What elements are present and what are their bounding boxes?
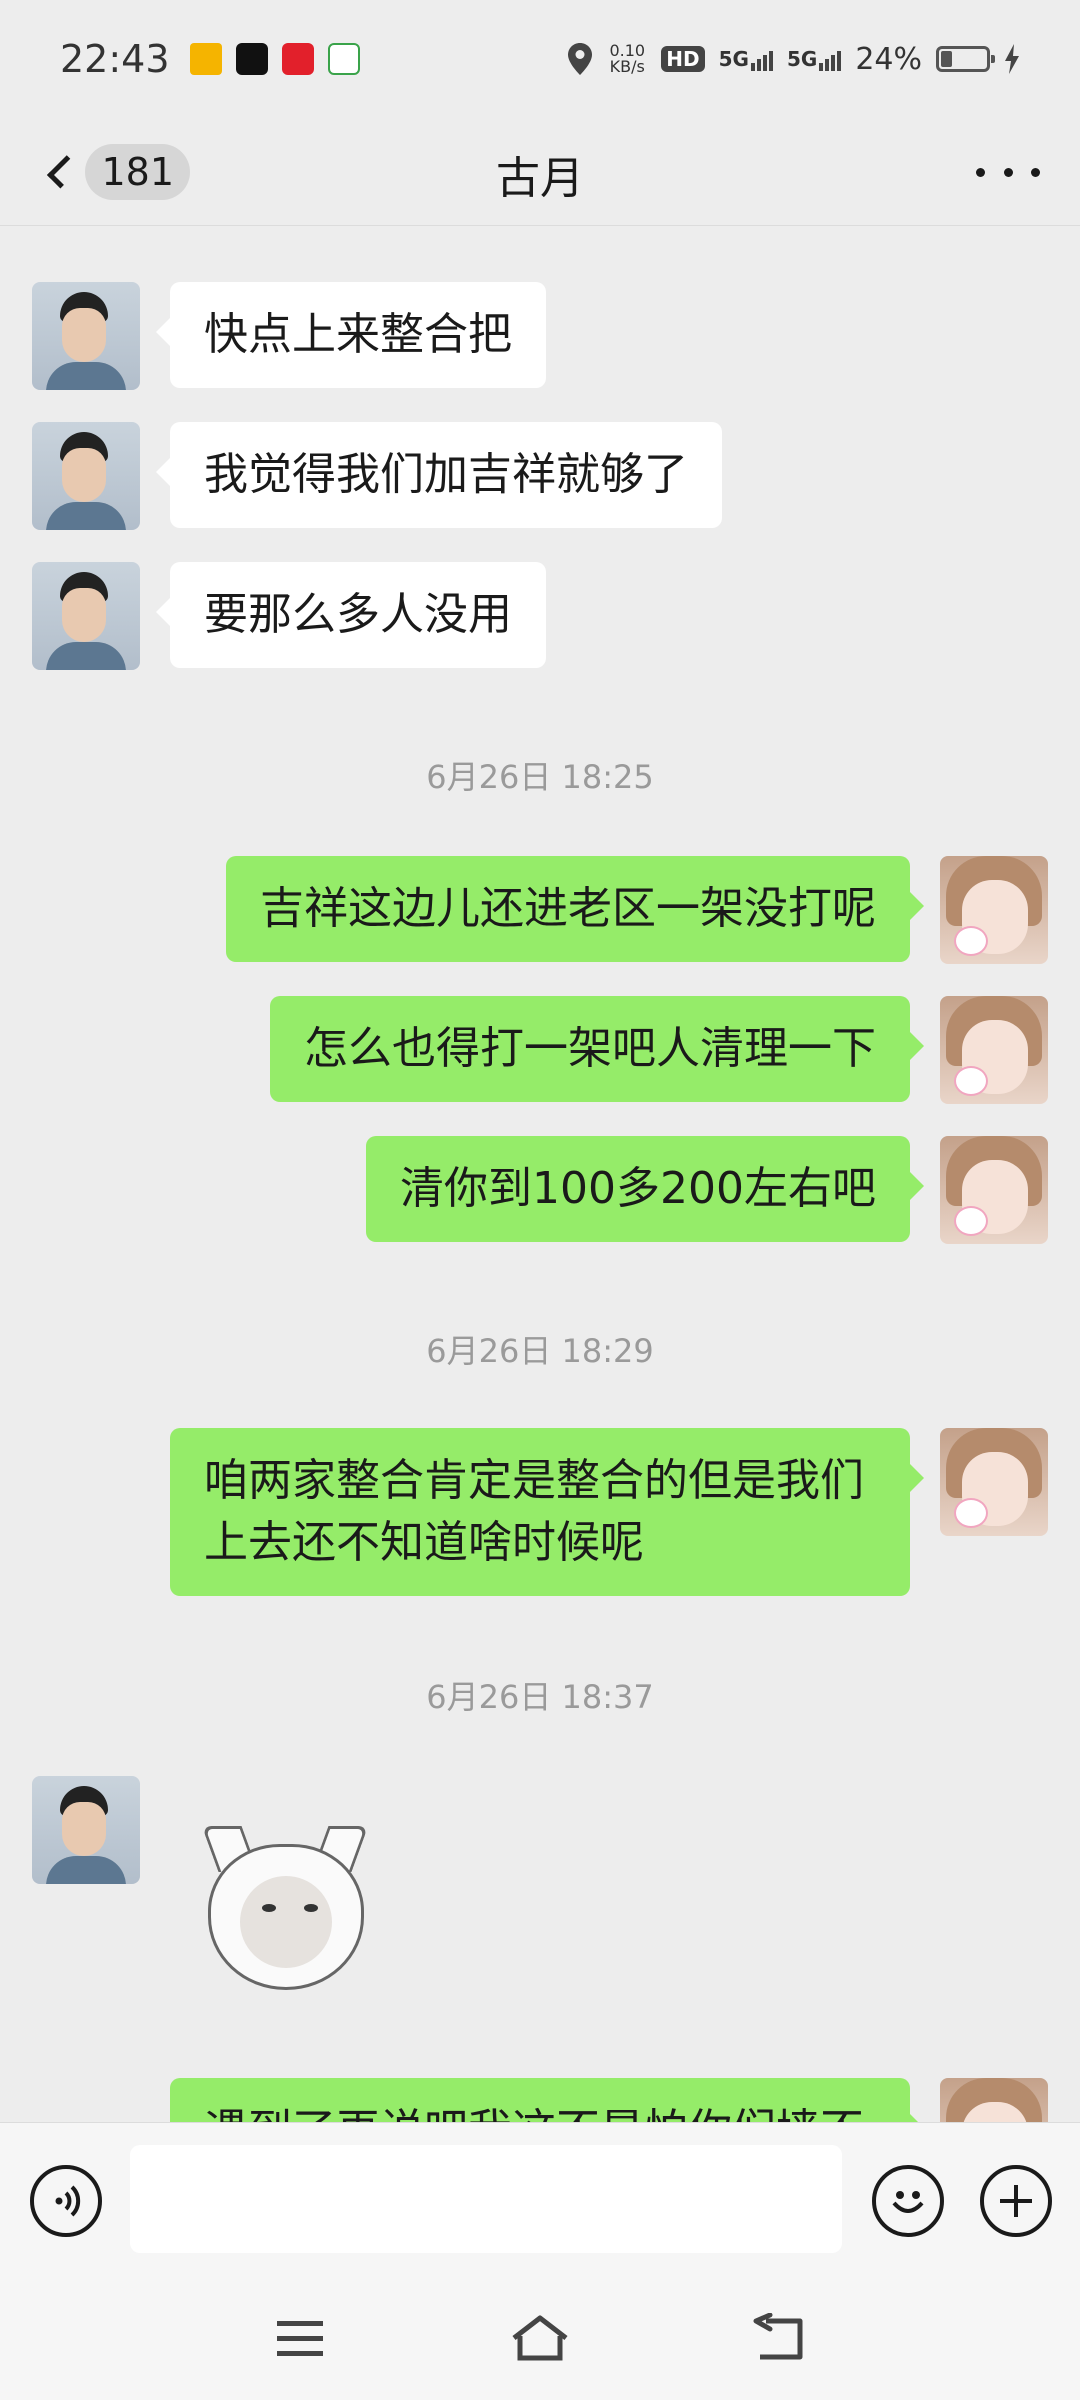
message-timestamp: 6月26日 18:29 bbox=[426, 1332, 654, 1370]
message-bubble[interactable]: 快点上来整合把 bbox=[156, 282, 546, 388]
video-app-icon bbox=[327, 43, 360, 75]
plus-icon bbox=[1000, 2185, 1032, 2217]
netease-music-icon bbox=[281, 43, 314, 75]
sticker-image[interactable] bbox=[200, 1826, 370, 1996]
battery-percent: 24% bbox=[855, 41, 922, 77]
contact-avatar[interactable] bbox=[32, 282, 140, 390]
self-avatar[interactable] bbox=[940, 996, 1048, 1104]
sim2-label: 5G bbox=[786, 47, 818, 71]
message-timestamp: 6月26日 18:25 bbox=[426, 758, 654, 796]
more-dot bbox=[1003, 167, 1013, 177]
message-received[interactable]: 快点上来整合把 bbox=[32, 282, 546, 390]
system-nav-bar bbox=[0, 2278, 1080, 2400]
home-icon bbox=[512, 2315, 568, 2361]
message-bubble[interactable]: 怎么也得打一架吧人清理一下 bbox=[270, 996, 924, 1102]
contact-avatar[interactable] bbox=[32, 422, 140, 530]
tiktok-icon bbox=[235, 43, 268, 75]
back-icon bbox=[753, 2313, 803, 2360]
location-icon bbox=[568, 43, 593, 75]
message-sent[interactable]: 怎么也得打一架吧人清理一下 bbox=[270, 996, 1048, 1104]
message-bubble[interactable]: 要那么多人没用 bbox=[156, 562, 546, 668]
hd-badge: HD bbox=[661, 46, 705, 72]
battery-icon bbox=[936, 46, 995, 72]
message-bubble[interactable]: 咱两家整合肯定是整合的但是我们上去还不知道啥时候呢 bbox=[170, 1428, 924, 1596]
message-received[interactable]: 我觉得我们加吉祥就够了 bbox=[32, 422, 722, 530]
chevron-left-icon bbox=[46, 155, 81, 189]
self-avatar[interactable] bbox=[940, 856, 1048, 964]
message-sent[interactable]: 清你到100多200左右吧 bbox=[366, 1136, 1048, 1244]
status-right-group: 0.10 KB/s HD 5G 5G 24% bbox=[567, 42, 1020, 77]
message-bubble[interactable]: 清你到100多200左右吧 bbox=[366, 1136, 924, 1242]
battery-fill bbox=[941, 51, 952, 67]
menu-line bbox=[277, 2350, 323, 2356]
back-nav-button[interactable] bbox=[750, 2308, 810, 2368]
status-time: 22:43 bbox=[60, 37, 170, 81]
network-speed-unit: KB/s bbox=[609, 57, 645, 76]
message-timestamp: 6月26日 18:37 bbox=[426, 1678, 654, 1716]
message-input[interactable] bbox=[130, 2145, 842, 2253]
unread-count-badge: 181 bbox=[85, 144, 190, 200]
signal-sim1-icon: 5G bbox=[719, 47, 773, 71]
contact-avatar[interactable] bbox=[32, 562, 140, 670]
message-received[interactable]: 要那么多人没用 bbox=[32, 562, 546, 670]
message-bubble[interactable]: 我觉得我们加吉祥就够了 bbox=[156, 422, 722, 528]
voice-icon bbox=[55, 2185, 81, 2217]
home-button[interactable] bbox=[510, 2308, 570, 2368]
more-dots-icon bbox=[976, 167, 985, 177]
contact-avatar[interactable] bbox=[32, 1776, 140, 1884]
emoji-icon bbox=[892, 2191, 924, 2213]
status-app-icons bbox=[189, 43, 360, 75]
voice-input-button[interactable] bbox=[30, 2165, 102, 2237]
chat-input-bar bbox=[0, 2122, 1080, 2278]
network-speed: 0.10 KB/s bbox=[607, 43, 647, 75]
message-sent[interactable]: 咱两家整合肯定是整合的但是我们上去还不知道啥时候呢 bbox=[170, 1428, 1048, 1596]
recent-apps-button[interactable] bbox=[270, 2308, 330, 2368]
notification-app-icon bbox=[189, 43, 222, 75]
message-received-sticker[interactable] bbox=[32, 1776, 370, 1996]
message-bubble[interactable]: 吉祥这边儿还进老区一架没打呢 bbox=[226, 856, 924, 962]
menu-icon bbox=[277, 2320, 323, 2326]
more-dot bbox=[1031, 167, 1040, 177]
more-functions-button[interactable] bbox=[980, 2165, 1052, 2237]
emoji-button[interactable] bbox=[872, 2165, 944, 2237]
sim1-label: 5G bbox=[718, 47, 749, 71]
self-avatar[interactable] bbox=[940, 1428, 1048, 1536]
status-bar: 22:43 0.10 KB/s HD 5G 5G 24% bbox=[0, 0, 1080, 118]
message-sent[interactable]: 吉祥这边儿还进老区一架没打呢 bbox=[226, 856, 1048, 964]
charging-icon bbox=[1005, 44, 1019, 74]
signal-sim2-icon: 5G bbox=[786, 47, 842, 71]
back-button[interactable]: 181 bbox=[40, 140, 190, 204]
self-avatar[interactable] bbox=[940, 1136, 1048, 1244]
menu-line bbox=[277, 2335, 323, 2341]
chat-header: 181 古月 bbox=[0, 118, 1080, 226]
more-options-button[interactable] bbox=[976, 148, 1040, 196]
